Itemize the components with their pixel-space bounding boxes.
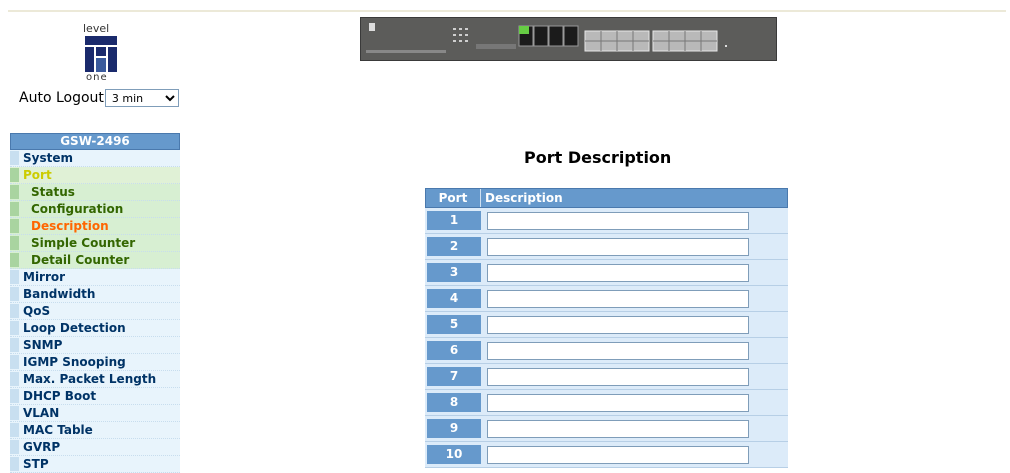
menu-item-dhcp-boot[interactable]: DHCP Boot [10, 388, 180, 405]
column-header-description: Description [485, 191, 563, 205]
menu-item-loop-detection[interactable]: Loop Detection [10, 320, 180, 337]
menu-item-system[interactable]: System [10, 150, 180, 167]
port-description-input[interactable] [487, 367, 749, 386]
port-number: 2 [427, 237, 481, 256]
auto-logout-select[interactable]: 3 min [104, 89, 179, 107]
port-number: 4 [427, 289, 481, 308]
description-cell [487, 392, 749, 415]
menu-item-mac-table[interactable]: MAC Table [10, 422, 180, 439]
menu-item-status[interactable]: Status [10, 184, 180, 201]
page-title: Port Description [524, 148, 672, 167]
table-row: 7 [425, 364, 788, 390]
port-number: 5 [427, 315, 481, 334]
port-number: 10 [427, 445, 481, 464]
description-cell [487, 288, 749, 311]
top-divider [8, 10, 1006, 12]
sidebar-menu: GSW-2496 System Port Status Configuration De… [10, 133, 180, 473]
port-description-input[interactable] [487, 315, 749, 334]
menu-item-bandwidth[interactable]: Bandwidth [10, 286, 180, 303]
table-row: 5 [425, 312, 788, 338]
table-row: 6 [425, 338, 788, 364]
description-cell [487, 262, 749, 285]
menu-item-snmp[interactable]: SNMP [10, 337, 180, 354]
auto-logout: Auto Logout 3 min [19, 89, 179, 107]
menu-item-simple-counter[interactable]: Simple Counter [10, 235, 180, 252]
port-description-input[interactable] [487, 211, 749, 230]
table-row: 1 [425, 208, 788, 234]
description-cell [487, 366, 749, 389]
port-number: 6 [427, 341, 481, 360]
port-description-input[interactable] [487, 289, 749, 308]
table-row: 2 [425, 234, 788, 260]
port-description-input[interactable] [487, 393, 749, 412]
port-description-input[interactable] [487, 445, 749, 464]
description-cell [487, 236, 749, 259]
port-number: 1 [427, 211, 481, 230]
description-cell [487, 314, 749, 337]
table-row: 3 [425, 260, 788, 286]
port-description-input[interactable] [487, 237, 749, 256]
menu-title: GSW-2496 [10, 133, 180, 150]
port-number: 3 [427, 263, 481, 282]
menu-item-gvrp[interactable]: GVRP [10, 439, 180, 456]
auto-logout-label: Auto Logout [19, 90, 104, 106]
table-header: Port Description [425, 188, 788, 208]
levelone-logo-mark [85, 36, 117, 72]
port-number: 8 [427, 393, 481, 412]
levelone-logo: level one [76, 22, 126, 86]
menu-item-port[interactable]: Port [10, 167, 180, 184]
menu-item-detail-counter[interactable]: Detail Counter [10, 252, 180, 269]
table-row: 8 [425, 390, 788, 416]
table-row: 10 [425, 442, 788, 468]
table-row: 9 [425, 416, 788, 442]
menu-item-configuration[interactable]: Configuration [10, 201, 180, 218]
menu-item-igmp-snooping[interactable]: IGMP Snooping [10, 354, 180, 371]
switch-front-panel-image [360, 17, 777, 61]
description-cell [487, 210, 749, 233]
menu-item-max-packet-length[interactable]: Max. Packet Length [10, 371, 180, 388]
port-number: 9 [427, 419, 481, 438]
port-description-input[interactable] [487, 419, 749, 438]
table-row: 4 [425, 286, 788, 312]
menu-item-mirror[interactable]: Mirror [10, 269, 180, 286]
port-description-table: Port Description 1 2 3 4 5 6 7 8 9 10 [425, 188, 788, 468]
description-cell [487, 418, 749, 441]
port-number: 7 [427, 367, 481, 386]
port-description-input[interactable] [487, 341, 749, 360]
description-cell [487, 340, 749, 363]
menu-item-qos[interactable]: QoS [10, 303, 180, 320]
column-header-port: Port [426, 189, 481, 207]
menu-item-stp[interactable]: STP [10, 456, 180, 473]
description-cell [487, 444, 749, 467]
menu-item-description[interactable]: Description [10, 218, 180, 235]
port-description-input[interactable] [487, 263, 749, 282]
menu-item-vlan[interactable]: VLAN [10, 405, 180, 422]
